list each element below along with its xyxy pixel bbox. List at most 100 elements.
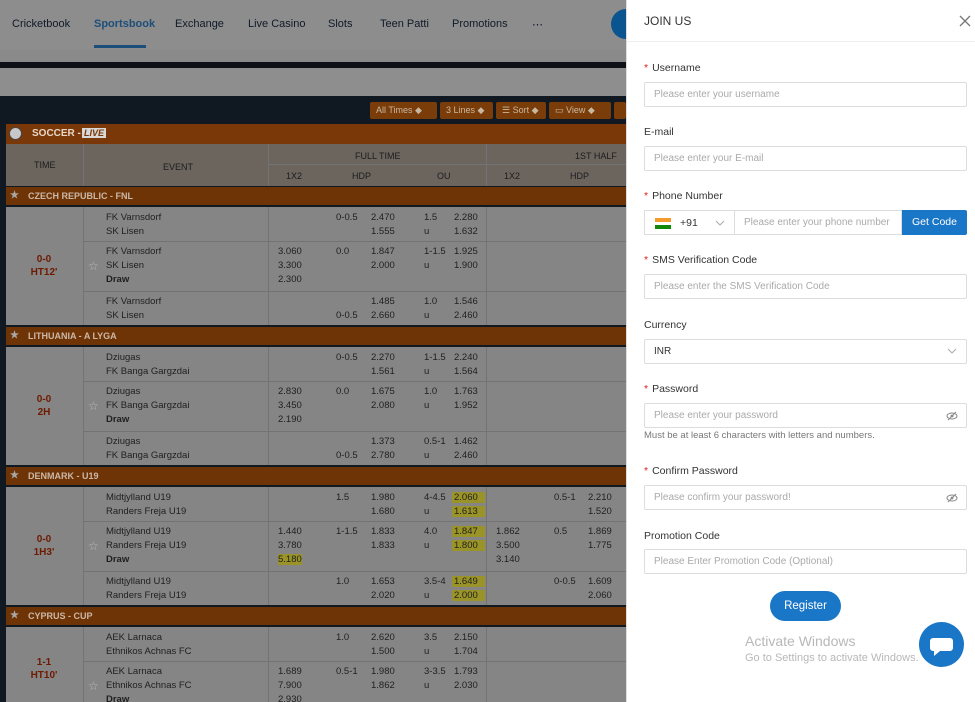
half-hdp-line: 0.5 [554, 526, 568, 537]
ou-odds: 1.546 [454, 296, 478, 307]
ou-line: u [424, 400, 430, 411]
ou-line: 1.0 [424, 386, 438, 397]
sms-code-input[interactable]: Please enter the SMS Verification Code [644, 274, 967, 299]
nav-sportsbook[interactable]: Sportsbook [94, 18, 155, 30]
ou-line: 3.5 [424, 632, 438, 643]
india-flag-icon [655, 218, 671, 229]
team-name: Draw [106, 414, 130, 425]
get-code-button[interactable]: Get Code [902, 210, 967, 235]
match-block: 1-1 HT10' AEK Larnaca Ethnikos Achnas FC 1.0… [6, 627, 626, 702]
eye-hidden-icon[interactable] [946, 492, 958, 504]
ou-odds: 2.460 [454, 450, 478, 461]
hdp-odds: 1.555 [371, 226, 395, 237]
ou-line: 4-4.5 [424, 492, 446, 503]
phone-input[interactable]: Please enter your phone number [735, 210, 902, 235]
confirm-password-input[interactable]: Please confirm your password! [644, 485, 967, 510]
nav-slots[interactable]: Slots [328, 18, 352, 30]
confirm-password-label: * Confirm Password [644, 465, 738, 477]
col-event: EVENT [163, 162, 194, 172]
hdp-line: 0-0.5 [336, 450, 358, 461]
league-header: ★ DENMARK - U19 [6, 467, 626, 485]
col-1x2: 1X2 [286, 171, 303, 181]
ou-line: u [424, 450, 430, 461]
country-code-select[interactable]: +91 [644, 210, 735, 235]
match-score: 0-0 [36, 394, 52, 405]
nav-teen-patti[interactable]: Teen Patti [380, 18, 429, 30]
chat-button[interactable] [919, 622, 964, 667]
view-icon: ▭ [555, 105, 564, 115]
team-name: FK Varnsdorf [106, 246, 162, 257]
sort-icon: ☰ [502, 105, 511, 115]
hdp-line: 0.0 [336, 386, 350, 397]
hdp-line: 0.0 [336, 246, 350, 257]
team-name: Randers Freja U19 [106, 590, 187, 601]
league-header: ★ LITHUANIA - A LYGA [6, 327, 626, 345]
close-icon[interactable] [958, 14, 972, 28]
hdp-odds: 1.485 [371, 296, 395, 307]
ou-line: u [424, 226, 430, 237]
favorite-star-icon[interactable]: ☆ [88, 259, 99, 273]
col-hdp: HDP [352, 171, 372, 181]
chevron-down-icon [947, 348, 957, 354]
live-badge: LIVE [82, 128, 107, 138]
password-label: * Password [644, 383, 699, 395]
team-name: Draw [106, 694, 130, 702]
eye-hidden-icon[interactable] [946, 410, 958, 422]
favorite-star-icon[interactable]: ☆ [88, 679, 99, 693]
nav-cricketbook[interactable]: Cricketbook [12, 18, 70, 30]
team-name: Draw [106, 274, 130, 285]
ou-line: u [424, 680, 430, 691]
currency-select[interactable]: INR [644, 339, 967, 364]
nav-promotions[interactable]: Promotions [452, 18, 508, 30]
hdp-odds: 1.833 [371, 526, 395, 537]
ou-odds: 1.800 [452, 540, 485, 551]
nav-exchange[interactable]: Exchange [175, 18, 224, 30]
password-input[interactable]: Please enter your password [644, 403, 967, 428]
ou-line: u [424, 506, 430, 517]
half-hdp-odds: 1.609 [588, 576, 612, 587]
col-hdp-half: HDP [570, 171, 590, 181]
windows-watermark-sub: Go to Settings to activate Windows. [745, 652, 919, 664]
hdp-line: 0-0.5 [336, 212, 358, 223]
favorite-star-icon[interactable]: ☆ [88, 539, 99, 553]
half-hdp-odds: 2.060 [588, 590, 612, 601]
login-button[interactable] [611, 9, 626, 39]
hdp-line: 0-0.5 [336, 310, 358, 321]
hdp-odds: 2.000 [371, 260, 395, 271]
half-hdp-odds: 1.520 [588, 506, 612, 517]
divider [486, 627, 487, 702]
promo-code-input[interactable]: Please Enter Promotion Code (Optional) [644, 549, 967, 574]
odds-1x2: 3.780 [278, 540, 302, 551]
row-divider [83, 661, 626, 662]
nav-more-icon[interactable]: ⋯ [532, 18, 543, 31]
username-input[interactable]: Please enter your username [644, 82, 967, 107]
odds-1x2: 3.450 [278, 400, 302, 411]
ou-odds: 2.060 [452, 492, 485, 503]
register-button[interactable]: Register [770, 591, 841, 621]
hdp-odds: 1.675 [371, 386, 395, 397]
half-1x2-odds: 3.140 [496, 554, 520, 565]
nav-live-casino[interactable]: Live Casino [248, 18, 305, 30]
email-input[interactable]: Please enter your E-mail [644, 146, 967, 171]
odds-table-header: TIME EVENT FULL TIME 1ST HALF 1X2 HDP OU… [6, 144, 626, 186]
ou-odds: 1.613 [452, 506, 485, 517]
ou-odds: 1.900 [454, 260, 478, 271]
favorite-star-icon[interactable]: ☆ [88, 399, 99, 413]
all-times-select[interactable]: All Times ◆ [370, 102, 437, 119]
team-name: Dziugas [106, 352, 141, 363]
team-name: Dziugas [106, 386, 141, 397]
ou-odds: 1.793 [454, 666, 478, 677]
ou-odds: 2.280 [454, 212, 478, 223]
lines-select[interactable]: 3 Lines ◆ [440, 102, 493, 119]
half-1x2-odds: 1.862 [496, 526, 520, 537]
username-label-text: Username [652, 62, 701, 74]
view-select[interactable]: ▭ View ◆ [549, 102, 611, 119]
team-name: Randers Freja U19 [106, 506, 187, 517]
confirm-password-label-text: Confirm Password [652, 465, 738, 477]
match-block: 0-0 2H Dziugas FK Banga Gargzdai 0-0.5 2.270 1… [6, 347, 626, 465]
print-button[interactable] [614, 102, 626, 119]
ou-odds: 2.150 [454, 632, 478, 643]
sort-select[interactable]: ☰ Sort ◆ [496, 102, 546, 119]
password-hint: Must be at least 6 characters with lette… [644, 430, 875, 441]
divider [83, 487, 84, 605]
